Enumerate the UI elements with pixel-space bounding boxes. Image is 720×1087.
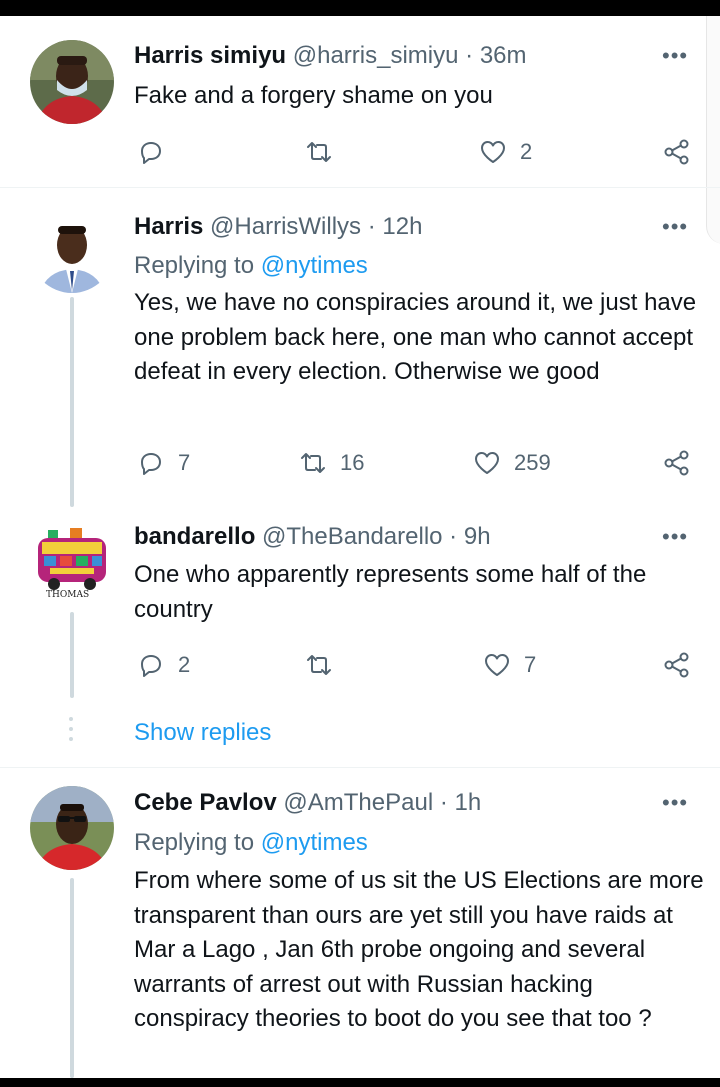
separator: ·	[439, 789, 448, 816]
replying-label: Replying to	[134, 252, 255, 279]
tweet-header: Harris @HarrisWillys · 12h	[134, 212, 422, 242]
author-handle[interactable]: @AmThePaul	[283, 789, 433, 816]
reply-count: 7	[178, 450, 191, 475]
like-button[interactable]: 2	[478, 137, 532, 167]
timestamp[interactable]: 36m	[480, 42, 527, 69]
like-icon	[475, 452, 499, 474]
avatar-caption: THOMAS	[46, 590, 90, 600]
reply-icon	[141, 655, 161, 677]
reply-icon	[141, 142, 161, 164]
more-icon[interactable]: •••	[662, 216, 688, 238]
more-icon[interactable]: •••	[662, 792, 688, 814]
timestamp[interactable]: 1h	[455, 789, 482, 816]
scroll-edge	[706, 16, 720, 244]
thread-dots	[69, 717, 73, 747]
reply-button[interactable]: 2	[136, 650, 190, 680]
thread-line	[70, 878, 74, 1078]
status-bar	[0, 0, 720, 16]
separator: ·	[465, 42, 474, 69]
share-icon	[664, 652, 689, 678]
tweet-text: Yes, we have no conspiracies around it, …	[134, 289, 697, 385]
tweet-header: bandarello @TheBandarello · 9h	[134, 522, 491, 552]
retweet-icon	[307, 142, 331, 162]
avatar[interactable]: THOMAS	[30, 520, 114, 604]
like-button[interactable]: 259	[472, 448, 551, 478]
retweet-button[interactable]: 16	[298, 448, 364, 478]
author-name[interactable]: Harris	[134, 213, 203, 240]
tweet-header: Cebe Pavlov @AmThePaul · 1h	[134, 788, 481, 818]
retweet-button[interactable]	[304, 650, 334, 680]
replying-to: Replying to @nytimes	[134, 251, 368, 281]
tweet-text: One who apparently represents some half …	[134, 561, 647, 623]
retweet-icon	[307, 655, 331, 675]
divider	[0, 767, 720, 768]
share-button[interactable]	[662, 650, 692, 680]
avatar[interactable]	[30, 209, 114, 293]
author-handle[interactable]: @harris_simiyu	[293, 42, 459, 69]
author-handle[interactable]: @HarrisWillys	[210, 213, 361, 240]
avatar[interactable]	[30, 786, 114, 870]
reply-count: 2	[178, 652, 191, 677]
separator: ·	[449, 523, 458, 550]
reply-icon	[141, 453, 161, 475]
author-name[interactable]: bandarello	[134, 523, 255, 550]
tweet-header: Harris simiyu @harris_simiyu · 36m	[134, 41, 527, 71]
tweet-text: Fake and a forgery shame on you	[134, 82, 493, 109]
replying-label: Replying to	[134, 829, 255, 856]
author-handle[interactable]: @TheBandarello	[262, 523, 442, 550]
timestamp[interactable]: 9h	[464, 523, 491, 550]
avatar-man-sunglasses-icon	[30, 786, 114, 870]
like-button[interactable]: 7	[482, 650, 536, 680]
replying-to-link[interactable]: @nytimes	[261, 829, 368, 856]
replying-to: Replying to @nytimes	[134, 828, 368, 858]
share-button[interactable]	[662, 448, 692, 478]
like-count: 259	[514, 450, 551, 475]
retweet-count: 16	[340, 450, 365, 475]
more-icon[interactable]: •••	[662, 45, 688, 67]
share-icon	[664, 139, 689, 165]
author-name[interactable]: Harris simiyu	[134, 42, 286, 69]
replying-to-link[interactable]: @nytimes	[261, 252, 368, 279]
author-name[interactable]: Cebe Pavlov	[134, 789, 277, 816]
thread-line	[70, 612, 74, 698]
like-icon	[485, 654, 509, 676]
retweet-button[interactable]	[304, 137, 334, 167]
share-icon	[664, 450, 689, 476]
like-count: 2	[520, 139, 533, 164]
avatar-masked-man-icon	[30, 40, 114, 124]
show-replies-link[interactable]: Show replies	[134, 718, 271, 748]
bottom-edge	[0, 1078, 720, 1087]
avatar-man-tie-icon	[30, 209, 114, 293]
like-count: 7	[524, 652, 537, 677]
share-button[interactable]	[662, 137, 692, 167]
like-icon	[481, 141, 505, 163]
more-icon[interactable]: •••	[662, 526, 688, 548]
reply-button[interactable]	[136, 137, 166, 167]
thread-line	[70, 297, 74, 507]
avatar[interactable]	[30, 40, 114, 124]
tweet-text: From where some of us sit the US Electio…	[134, 867, 704, 1032]
timestamp[interactable]: 12h	[382, 213, 422, 240]
retweet-icon	[301, 453, 325, 473]
reply-button[interactable]: 7	[136, 448, 190, 478]
divider	[0, 187, 720, 188]
separator: ·	[367, 213, 376, 240]
